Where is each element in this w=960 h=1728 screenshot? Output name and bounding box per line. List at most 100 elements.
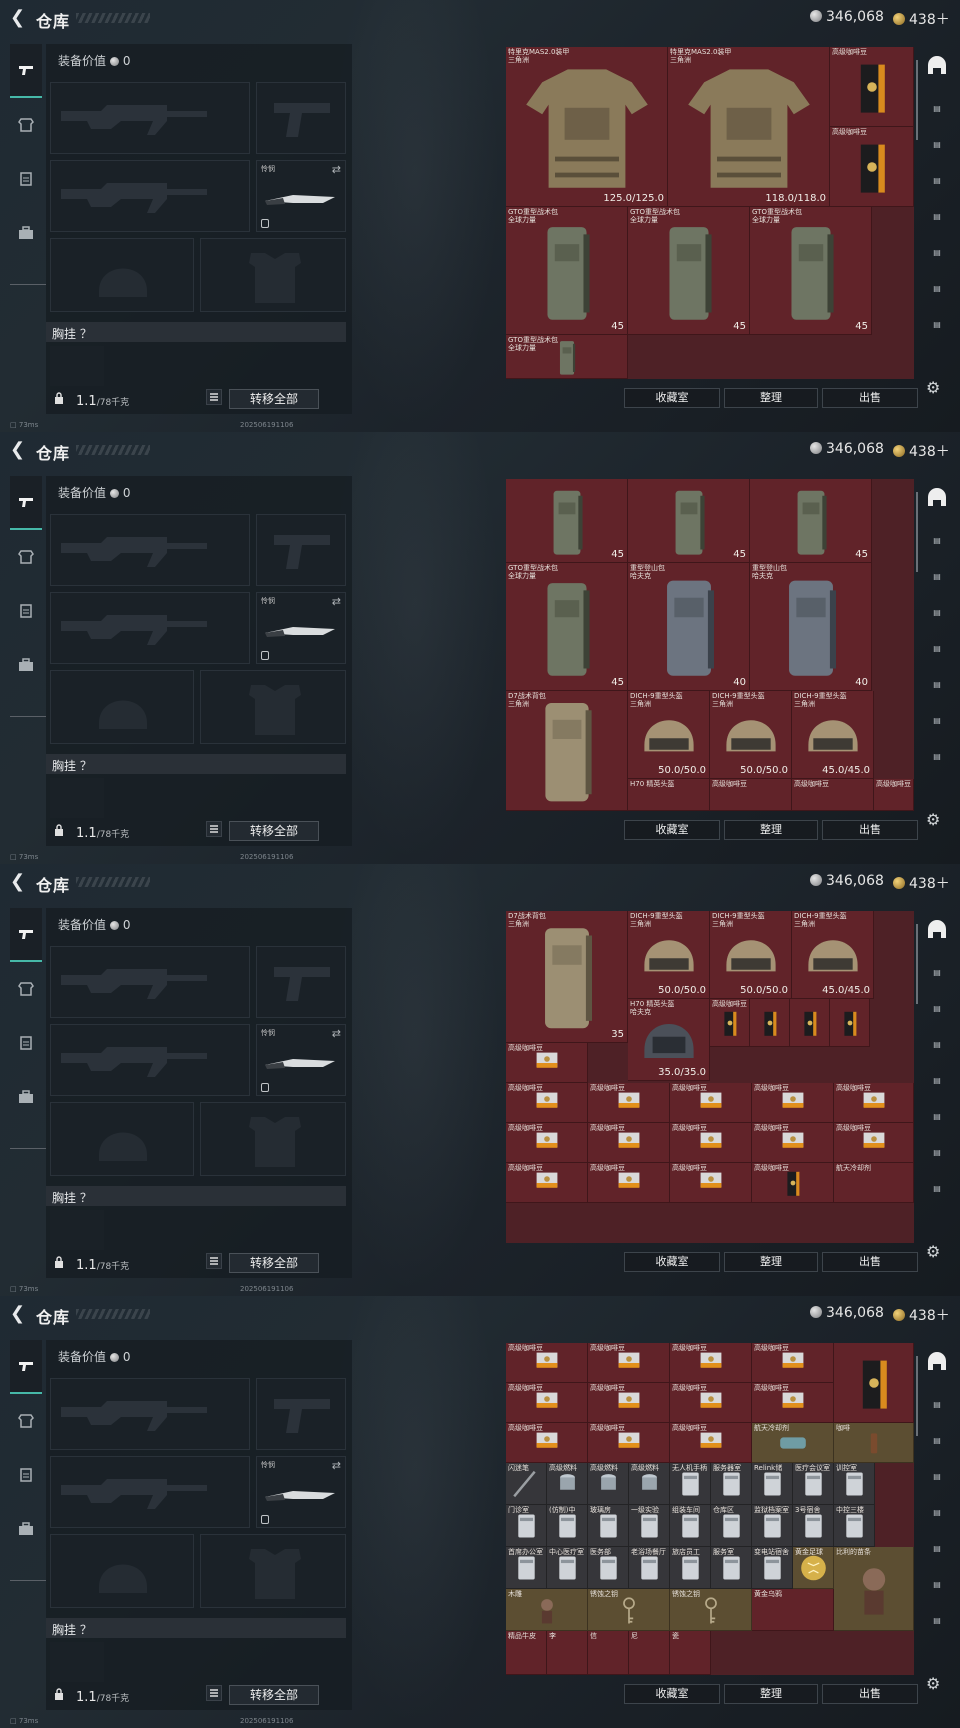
stash-item[interactable]: 45	[750, 479, 872, 563]
stash-item[interactable]: 高级咖啡豆	[588, 1123, 670, 1163]
helmet-slot[interactable]	[50, 1102, 194, 1176]
tab-armor[interactable]	[10, 530, 42, 584]
stash-item[interactable]: 黄金足球	[793, 1547, 834, 1589]
stash-item[interactable]: 高级咖啡豆	[670, 1383, 752, 1423]
body-armor-slot[interactable]	[200, 238, 346, 312]
stash-tab-3[interactable]: ▤	[924, 140, 950, 162]
stash-tab-7[interactable]: ▤	[924, 716, 950, 738]
stash-item[interactable]: 高级咖啡豆	[506, 1423, 588, 1463]
chevron-left-icon[interactable]: ❮	[10, 1305, 28, 1323]
stash-item[interactable]: 高级咖啡豆	[588, 1423, 670, 1463]
sort-button[interactable]: 整理	[724, 820, 818, 840]
sell-button[interactable]: 出售	[822, 1252, 918, 1272]
stash-item[interactable]: 首席办公室	[506, 1547, 547, 1589]
tab-weapons[interactable]	[10, 44, 42, 98]
stash-item[interactable]: 高级咖啡豆	[506, 1383, 588, 1423]
stash-item[interactable]: 高级燃料	[629, 1463, 670, 1505]
stash-item[interactable]: 高级咖啡豆	[752, 1163, 834, 1203]
stash-tab-2[interactable]: ▤	[924, 968, 950, 990]
tab-rig[interactable]	[10, 152, 42, 206]
melee-slot[interactable]: 怜悯 ⇄	[256, 160, 346, 232]
stash-item[interactable]: 高级咖啡豆	[506, 1343, 588, 1383]
stash-item[interactable]: 高级咖啡豆	[588, 1383, 670, 1423]
stash-tab-3[interactable]: ▤	[924, 1004, 950, 1026]
tab-armor[interactable]	[10, 962, 42, 1016]
list-icon[interactable]	[206, 821, 222, 837]
stash-tab-7[interactable]: ▤	[924, 1580, 950, 1602]
tab-case[interactable]	[10, 1070, 42, 1124]
stash-tab-4[interactable]: ▤	[924, 176, 950, 198]
stash-item[interactable]	[834, 1343, 914, 1423]
stash-item[interactable]: 高级咖啡豆	[506, 1123, 588, 1163]
stash-item[interactable]: 锈蚀之钥	[670, 1589, 752, 1631]
pistol-slot[interactable]	[256, 946, 346, 1018]
tab-armor[interactable]	[10, 1394, 42, 1448]
gold-currency[interactable]: 438＋	[893, 873, 950, 893]
stash-tab-7[interactable]: ▤	[924, 284, 950, 306]
stash-item[interactable]: 高级咖啡豆	[710, 779, 792, 811]
stash-item[interactable]: 高级咖啡豆	[874, 779, 914, 811]
stash-item[interactable]: Relink储	[752, 1463, 793, 1505]
pistol-slot[interactable]	[256, 1378, 346, 1450]
stash-tab-2[interactable]: ▤	[924, 104, 950, 126]
stash-tab-6[interactable]: ▤	[924, 680, 950, 702]
stash-item[interactable]: 监狱档案室	[752, 1505, 793, 1547]
stash-item[interactable]: DICH-9重型头盔 三角洲 50.0/50.0	[628, 691, 710, 779]
stash-tab-home[interactable]	[924, 488, 950, 510]
stash-item[interactable]: 高级咖啡豆	[710, 999, 750, 1047]
stash-item[interactable]: 特里克MAS2.0装甲 三角洲 125.0/125.0	[506, 47, 668, 207]
primary-weapon-slot[interactable]	[50, 514, 250, 586]
stash-tab-6[interactable]: ▤	[924, 1544, 950, 1566]
stash-scrollbar[interactable]	[916, 492, 918, 572]
stash-item[interactable]: 中心医疗室	[547, 1547, 588, 1589]
stash-item[interactable]: D7战术背包 三角洲 35	[506, 911, 628, 1043]
stash-tab-4[interactable]: ▤	[924, 1472, 950, 1494]
pistol-slot[interactable]	[256, 514, 346, 586]
gear-icon[interactable]: ⚙	[926, 380, 942, 396]
stash-scrollbar[interactable]	[916, 60, 918, 140]
stash-item[interactable]: 高级燃料	[547, 1463, 588, 1505]
stash-item[interactable]: 服务室	[711, 1547, 752, 1589]
stash-scrollbar[interactable]	[916, 924, 918, 1004]
stash-tab-home[interactable]	[924, 56, 950, 78]
stash-item[interactable]: 高级咖啡豆	[588, 1083, 670, 1123]
silver-currency[interactable]: 346,068	[810, 9, 884, 25]
stash-grid[interactable]: 45 45 45 GTO重型战术包 全球力量 45 重型登山包 哈夫克 40 重型登山包 哈夫…	[506, 479, 914, 811]
gear-icon[interactable]: ⚙	[926, 1244, 942, 1260]
stash-item[interactable]: 变电站宿舍	[752, 1547, 793, 1589]
gear-icon[interactable]: ⚙	[926, 1676, 942, 1692]
tab-weapons[interactable]	[10, 476, 42, 530]
stash-item[interactable]: 重型登山包 哈夫克 40	[628, 563, 750, 691]
swap-icon[interactable]: ⇄	[332, 1459, 341, 1472]
stash-item[interactable]: H70 精英头盔 哈夫克 35.0/35.0	[628, 999, 710, 1081]
list-icon[interactable]	[206, 1685, 222, 1701]
swap-icon[interactable]: ⇄	[332, 163, 341, 176]
sell-button[interactable]: 出售	[822, 1684, 918, 1704]
stash-tab-3[interactable]: ▤	[924, 1436, 950, 1458]
tab-weapons[interactable]	[10, 908, 42, 962]
sort-button[interactable]: 整理	[724, 1252, 818, 1272]
swap-icon[interactable]: ⇄	[332, 595, 341, 608]
gear-icon[interactable]: ⚙	[926, 812, 942, 828]
transfer-all-button[interactable]: 转移全部	[229, 1685, 319, 1705]
stash-item[interactable]: 高级咖啡豆	[830, 47, 914, 127]
stash-item[interactable]	[750, 999, 790, 1047]
stash-item[interactable]: 航天冷却剂	[752, 1423, 834, 1463]
silver-currency[interactable]: 346,068	[810, 1305, 884, 1321]
stash-item[interactable]: DICH-9重型头盔 三角洲 50.0/50.0	[628, 911, 710, 999]
stash-scrollbar[interactable]	[916, 1356, 918, 1436]
tab-armor[interactable]	[10, 98, 42, 152]
transfer-all-button[interactable]: 转移全部	[229, 1253, 319, 1273]
stash-item[interactable]: 老浴场餐厅	[629, 1547, 670, 1589]
stash-item[interactable]: 高级咖啡豆	[752, 1123, 834, 1163]
body-armor-slot[interactable]	[200, 1102, 346, 1176]
stash-item[interactable]: 李	[547, 1631, 588, 1675]
transfer-all-button[interactable]: 转移全部	[229, 389, 319, 409]
chest-rig-slot[interactable]	[50, 1642, 104, 1682]
stash-item[interactable]: 高级咖啡豆	[670, 1083, 752, 1123]
stash-item[interactable]: 旅店员工	[670, 1547, 711, 1589]
stash-item[interactable]: D7战术背包 三角洲	[506, 691, 628, 811]
stash-item[interactable]: 高级咖啡豆	[670, 1343, 752, 1383]
stash-item[interactable]: 训控室	[834, 1463, 875, 1505]
body-armor-slot[interactable]	[200, 670, 346, 744]
